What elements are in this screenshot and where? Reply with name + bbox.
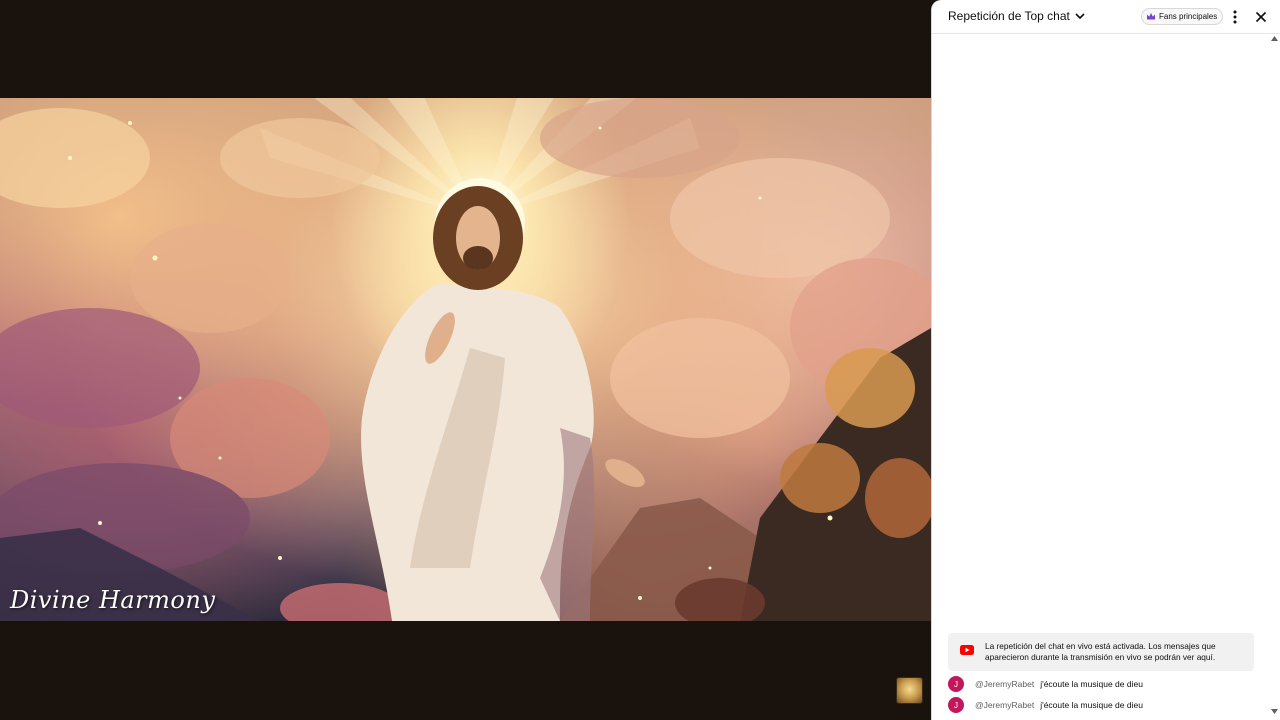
- chevron-down-icon: [1075, 13, 1085, 20]
- more-options-button[interactable]: [1227, 8, 1243, 26]
- crown-icon: [1147, 13, 1155, 20]
- chat-message[interactable]: J @JeremyRabet j'écoute la musique de di…: [948, 697, 1143, 713]
- avatar[interactable]: J: [948, 676, 964, 692]
- message-author[interactable]: @JeremyRabet: [975, 679, 1034, 689]
- chat-replay-notice: La repetición del chat en vivo está acti…: [948, 633, 1254, 671]
- chat-header: Repetición de Top chat Fans principales: [932, 0, 1280, 34]
- top-fans-button[interactable]: Fans principales: [1141, 8, 1224, 25]
- message-text: j'écoute la musique de dieu: [1040, 700, 1143, 710]
- scroll-up-arrow[interactable]: [1271, 36, 1278, 41]
- close-chat-button[interactable]: [1253, 8, 1269, 26]
- chat-mode-label: Repetición de Top chat: [948, 9, 1070, 23]
- channel-thumbnail-badge[interactable]: [896, 677, 923, 704]
- close-icon: [1255, 11, 1267, 23]
- video-title-overlay: Divine Harmony: [10, 586, 216, 614]
- message-text: j'écoute la musique de dieu: [1040, 679, 1143, 689]
- chat-replay-notice-text: La repetición del chat en vivo está acti…: [985, 641, 1216, 662]
- scroll-down-arrow[interactable]: [1271, 709, 1278, 714]
- message-author[interactable]: @JeremyRabet: [975, 700, 1034, 710]
- top-fans-label: Fans principales: [1159, 12, 1218, 21]
- chat-mode-dropdown[interactable]: Repetición de Top chat: [948, 9, 1086, 23]
- youtube-icon: [960, 645, 974, 655]
- live-chat-panel: Repetición de Top chat Fans principales: [931, 0, 1280, 720]
- chat-scrollbar[interactable]: [1270, 34, 1280, 720]
- video-artwork: [0, 98, 931, 621]
- chat-message[interactable]: J @JeremyRabet j'écoute la musique de di…: [948, 676, 1143, 692]
- more-vert-icon: [1233, 10, 1237, 24]
- video-player[interactable]: Divine Harmony: [0, 0, 931, 720]
- avatar[interactable]: J: [948, 697, 964, 713]
- video-frame[interactable]: [0, 98, 931, 621]
